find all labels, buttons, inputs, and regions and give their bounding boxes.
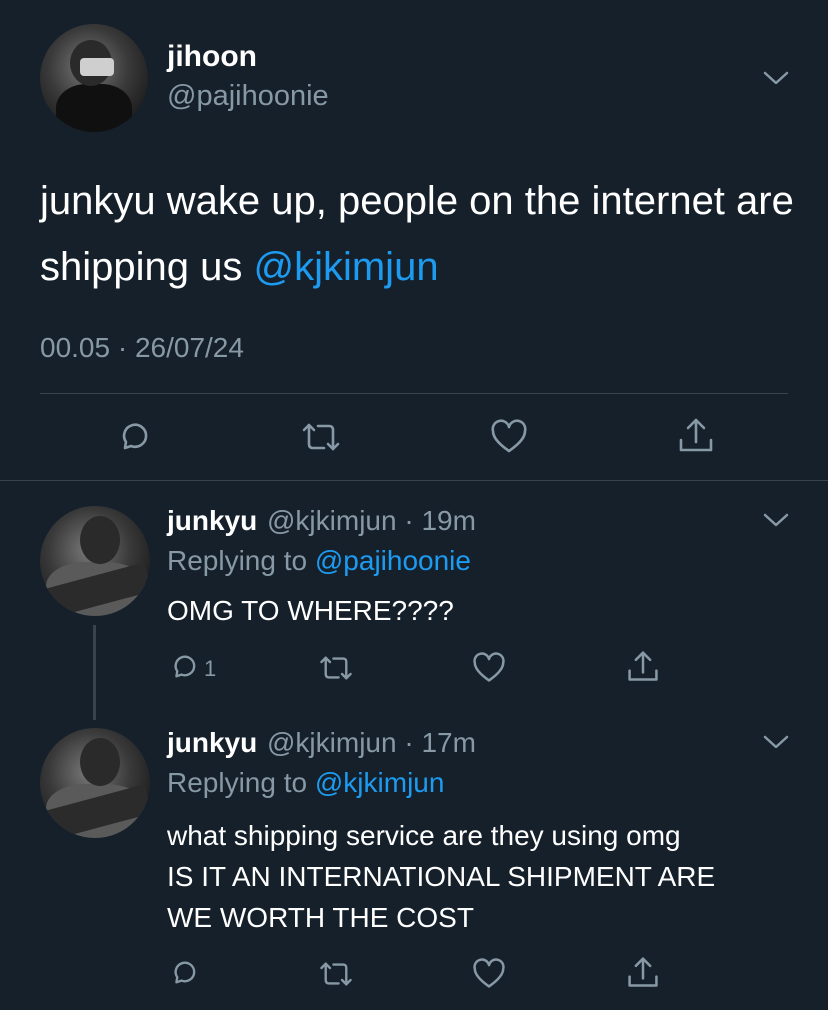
share-icon[interactable] (626, 955, 660, 991)
tweet-line: what shipping service are they using omg (167, 820, 681, 851)
author-name[interactable]: junkyu (167, 727, 257, 759)
thread-line (93, 625, 96, 720)
mention-link[interactable]: @kjkimjun (315, 767, 445, 798)
share-icon[interactable] (626, 649, 660, 685)
chevron-down-icon[interactable] (762, 734, 790, 750)
author-meta[interactable]: @kjkimjun · 19m (267, 505, 476, 537)
divider (0, 480, 828, 481)
divider (40, 393, 788, 394)
like-icon[interactable] (472, 958, 506, 990)
replying-to: Replying to @kjkimjun (167, 767, 444, 799)
reply-icon[interactable] (168, 957, 200, 989)
reply-count: 1 (204, 656, 217, 681)
retweet-icon[interactable] (300, 420, 342, 454)
tweet-line: IS IT AN INTERNATIONAL SHIPMENT ARE (167, 861, 716, 892)
mention-link[interactable]: @kjkimjun (253, 245, 438, 289)
author-meta[interactable]: @kjkimjun · 17m (267, 727, 476, 759)
author-name[interactable]: jihoon (167, 40, 257, 74)
like-icon[interactable] (490, 419, 528, 455)
main-tweet: jihoon @pajihoonie junkyu wake up, peopl… (0, 0, 828, 480)
avatar[interactable] (40, 24, 148, 132)
mention-link[interactable]: @pajihoonie (315, 545, 471, 576)
timestamp[interactable]: 00.05 · 26/07/24 (40, 332, 244, 364)
replying-label: Replying to (167, 767, 315, 798)
chevron-down-icon[interactable] (762, 512, 790, 528)
share-icon[interactable] (677, 416, 715, 456)
author-name[interactable]: junkyu (167, 505, 257, 537)
retweet-icon[interactable] (318, 959, 354, 989)
reply-icon[interactable] (168, 651, 200, 683)
replying-label: Replying to (167, 545, 315, 576)
tweet-line: WE WORTH THE COST (167, 902, 474, 933)
tweet-text: what shipping service are they using omg… (167, 815, 807, 938)
avatar[interactable] (40, 506, 150, 616)
retweet-icon[interactable] (318, 653, 354, 683)
tweet-text: junkyu wake up, people on the internet a… (40, 168, 800, 300)
like-icon[interactable] (472, 652, 506, 684)
replying-to: Replying to @pajihoonie (167, 545, 471, 577)
tweet-line: OMG TO WHERE???? (167, 595, 454, 626)
avatar[interactable] (40, 728, 150, 838)
author-handle[interactable]: @pajihoonie (167, 80, 329, 113)
chevron-down-icon[interactable] (762, 70, 790, 86)
reply-icon[interactable] (115, 418, 153, 456)
tweet-text: OMG TO WHERE???? (167, 590, 807, 631)
